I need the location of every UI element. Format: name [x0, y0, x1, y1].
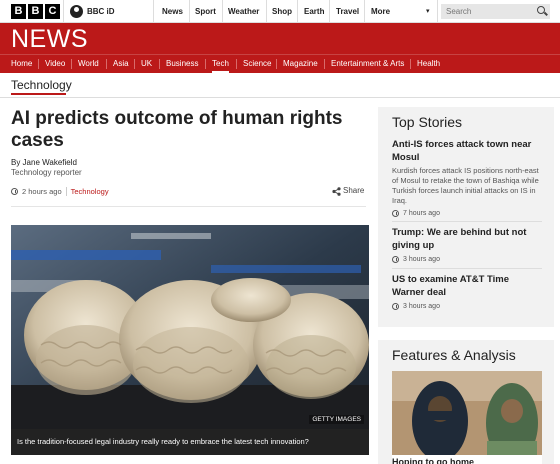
features-panel: Features & Analysis Hoping to go home [378, 340, 554, 464]
clock-icon [392, 303, 399, 310]
search-input[interactable] [441, 4, 550, 19]
section-business[interactable]: Business [166, 55, 198, 73]
bbc-id-link[interactable]: BBC iD [70, 5, 115, 18]
features-title: Features & Analysis [392, 347, 516, 363]
section-world[interactable]: World [78, 55, 99, 73]
divider [236, 59, 237, 69]
article-time: 2 hours ago [22, 187, 62, 196]
nav-sport[interactable]: Sport [195, 0, 216, 23]
divider [410, 59, 411, 69]
divider [276, 59, 277, 69]
top-story-time: 7 hours ago [392, 210, 542, 217]
section-science[interactable]: Science [243, 55, 271, 73]
divider [205, 59, 206, 69]
top-story-item[interactable]: Anti-IS forces attack town near Mosul Ku… [392, 138, 542, 217]
top-story-time-label: 3 hours ago [403, 256, 440, 263]
divider [38, 59, 39, 69]
top-stories-title: Top Stories [392, 114, 463, 130]
nav-shop[interactable]: Shop [272, 0, 292, 23]
section-uk[interactable]: UK [141, 55, 152, 73]
divider [392, 221, 542, 222]
section-magazine[interactable]: Magazine [283, 55, 318, 73]
divider [106, 59, 107, 69]
breadcrumb-underline [11, 93, 66, 95]
divider [297, 0, 298, 23]
breadcrumb[interactable]: Technology [11, 78, 72, 92]
logo-letter-b1: B [11, 4, 26, 19]
article-tag-link[interactable]: Technology [65, 187, 109, 196]
divider [63, 0, 64, 23]
feature-caption[interactable]: Hoping to go home [392, 455, 542, 464]
section-health[interactable]: Health [417, 55, 440, 73]
share-label: Share [343, 186, 365, 195]
divider [134, 59, 135, 69]
nav-weather[interactable]: Weather [228, 0, 259, 23]
top-stories-panel: Top Stories Anti-IS forces attack town n… [378, 107, 554, 327]
section-asia[interactable]: Asia [113, 55, 129, 73]
bbc-id-label: BBC iD [87, 7, 115, 16]
article-meta: 2 hours ago Technology [11, 187, 109, 196]
nav-news[interactable]: News [162, 0, 183, 23]
divider [364, 0, 365, 23]
section-video[interactable]: Video [45, 55, 65, 73]
image-caption: Is the tradition-focused legal industry … [11, 429, 369, 455]
logo-letter-b2: B [28, 4, 43, 19]
section-home[interactable]: Home [11, 55, 32, 73]
divider [324, 59, 325, 69]
divider [153, 0, 154, 23]
divider [0, 97, 560, 98]
section-tech[interactable]: Tech [212, 55, 229, 73]
article-author: By Jane Wakefield [11, 158, 77, 167]
chevron-down-icon[interactable]: ▾ [426, 7, 430, 15]
top-story-time-label: 7 hours ago [403, 210, 440, 217]
image-credit: GETTY IMAGES [309, 415, 364, 424]
article-hero-image: GETTY IMAGES Is the tradition-focused le… [11, 225, 369, 455]
clock-icon [392, 256, 399, 263]
divider [437, 0, 438, 23]
section-nav: Home Video World Asia UK Business Tech S… [0, 54, 560, 73]
search-icon[interactable] [537, 6, 545, 14]
divider [392, 268, 542, 269]
top-story-headline[interactable]: US to examine AT&T Time Warner deal [392, 273, 542, 299]
divider [71, 59, 72, 69]
top-story-headline[interactable]: Anti-IS forces attack town near Mosul [392, 138, 542, 164]
top-story-item[interactable]: US to examine AT&T Time Warner deal 3 ho… [392, 273, 542, 310]
divider [159, 59, 160, 69]
feature-image[interactable] [392, 371, 542, 456]
divider [266, 0, 267, 23]
section-entertainment-arts[interactable]: Entertainment & Arts [331, 55, 404, 73]
top-story-time-label: 3 hours ago [403, 303, 440, 310]
divider [189, 0, 190, 23]
divider [222, 0, 223, 23]
clock-icon [11, 188, 18, 195]
top-story-headline[interactable]: Trump: We are behind but not giving up [392, 226, 542, 252]
top-story-summary: Kurdish forces attack IS positions north… [392, 166, 539, 205]
nav-travel[interactable]: Travel [336, 0, 359, 23]
news-banner: NEWS [0, 23, 560, 54]
bbc-logo[interactable]: B B C [11, 4, 60, 19]
divider [329, 0, 330, 23]
article-headline: AI predicts outcome of human rights case… [11, 108, 343, 151]
top-bar: B B C BBC iD News Sport Weather Shop Ear… [0, 0, 560, 23]
nav-earth[interactable]: Earth [304, 0, 324, 23]
top-story-time: 3 hours ago [392, 256, 542, 263]
article-author-role: Technology reporter [11, 168, 82, 177]
nav-more[interactable]: More [371, 0, 390, 23]
share-icon [332, 186, 341, 196]
news-title[interactable]: NEWS [11, 25, 88, 54]
clock-icon [392, 210, 399, 217]
divider [11, 206, 366, 207]
top-story-item[interactable]: Trump: We are behind but not giving up 3… [392, 226, 542, 263]
share-button[interactable]: Share [332, 186, 365, 196]
logo-letter-c: C [45, 4, 60, 19]
top-story-time: 3 hours ago [392, 303, 542, 310]
user-avatar-icon [70, 5, 83, 18]
